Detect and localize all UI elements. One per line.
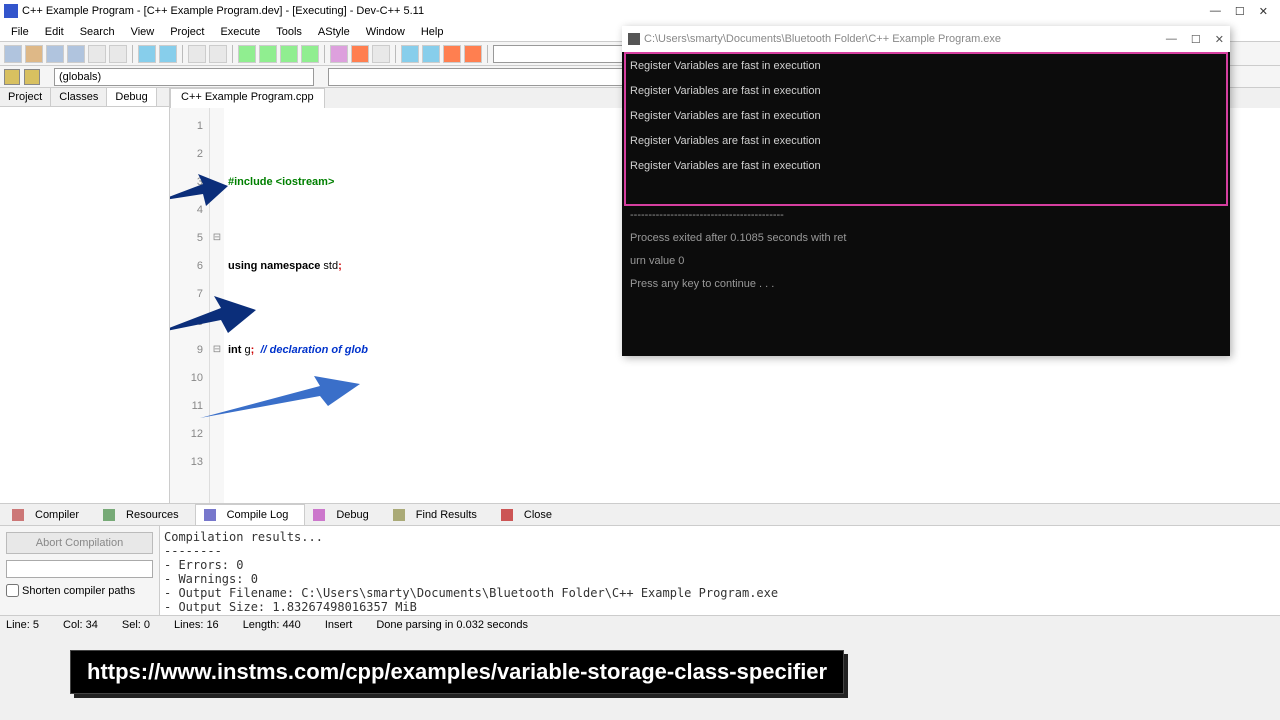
tab-classes[interactable]: Classes [51,88,107,106]
console-close[interactable]: ✕ [1215,33,1224,46]
console-icon [628,33,640,45]
stop-icon[interactable] [351,45,369,63]
tab-resources[interactable]: Resources [95,505,195,525]
grid-icon[interactable] [401,45,419,63]
status-col: Col: 34 [63,619,98,631]
abort-compilation-button[interactable]: Abort Compilation [6,532,153,554]
app-icon [4,4,18,18]
profile-icon[interactable] [372,45,390,63]
find-icon[interactable] [188,45,206,63]
redo-icon[interactable] [159,45,177,63]
grid2-icon[interactable] [422,45,440,63]
status-length: Length: 440 [243,619,301,631]
menu-tools[interactable]: Tools [269,24,309,40]
bottom-tabs: Compiler Resources Compile Log Debug Fin… [0,503,1280,525]
console-title-text: C:\Users\smarty\Documents\Bluetooth Fold… [644,33,1001,45]
console-titlebar: C:\Users\smarty\Documents\Bluetooth Fold… [622,26,1230,52]
source-code[interactable]: #include <iostream> using namespace std;… [224,108,539,503]
annotation-arrow [170,288,256,348]
goto-icon[interactable] [4,69,20,85]
minimize-button[interactable]: — [1210,5,1221,18]
annotation-arrow [200,376,360,426]
console-window[interactable]: C:\Users\smarty\Documents\Bluetooth Fold… [622,26,1230,356]
annotation-arrow [170,166,228,216]
maximize-button[interactable]: ☐ [1235,5,1245,18]
new-icon[interactable] [4,45,22,63]
menu-execute[interactable]: Execute [213,24,267,40]
menu-edit[interactable]: Edit [38,24,71,40]
status-mode: Insert [325,619,353,631]
tab-find-results[interactable]: Find Results [385,505,493,525]
undo-icon[interactable] [138,45,156,63]
globals-combo[interactable]: (globals) [54,68,314,86]
grid4-icon[interactable] [464,45,482,63]
menu-search[interactable]: Search [73,24,122,40]
open-icon[interactable] [25,45,43,63]
menu-project[interactable]: Project [163,24,211,40]
window-title: C++ Example Program - [C++ Example Progr… [22,5,424,17]
shorten-paths-checkbox[interactable]: Shorten compiler paths [6,584,153,597]
menu-window[interactable]: Window [359,24,412,40]
grid3-icon[interactable] [443,45,461,63]
compile-panel: Abort Compilation Shorten compiler paths… [0,525,1280,615]
tab-compiler[interactable]: Compiler [4,505,95,525]
print-icon[interactable] [109,45,127,63]
tab-compile-log[interactable]: Compile Log [195,504,306,525]
tab-debug[interactable]: Debug [107,88,156,106]
tab-bottom-debug[interactable]: Debug [305,505,384,525]
status-line: Line: 5 [6,619,39,631]
compile-filter-input[interactable] [6,560,153,578]
status-lines: Lines: 16 [174,619,219,631]
menu-file[interactable]: File [4,24,36,40]
url-overlay: https://www.instms.com/cpp/examples/vari… [70,650,844,694]
back-icon[interactable] [24,69,40,85]
console-output: Register Variables are fast in execution… [622,52,1230,356]
status-bar: Line: 5 Col: 34 Sel: 0 Lines: 16 Length:… [0,615,1280,633]
file-tab[interactable]: C++ Example Program.cpp [170,88,325,108]
console-highlight-box [624,52,1228,206]
run-icon[interactable] [259,45,277,63]
console-minimize[interactable]: — [1166,33,1177,46]
window-titlebar: C++ Example Program - [C++ Example Progr… [0,0,1280,22]
menu-help[interactable]: Help [414,24,451,40]
compile-run-icon[interactable] [280,45,298,63]
menu-view[interactable]: View [124,24,162,40]
replace-icon[interactable] [209,45,227,63]
tab-close-button[interactable]: Close [493,505,568,525]
menu-astyle[interactable]: AStyle [311,24,357,40]
rebuild-icon[interactable] [301,45,319,63]
close-file-icon[interactable] [88,45,106,63]
saveall-icon[interactable] [67,45,85,63]
compile-icon[interactable] [238,45,256,63]
debug-icon[interactable] [330,45,348,63]
close-button[interactable]: ✕ [1259,5,1268,18]
tab-project[interactable]: Project [0,88,51,106]
status-parse: Done parsing in 0.032 seconds [376,619,528,631]
compile-log-output: Compilation results... -------- - Errors… [160,526,1280,615]
project-sidebar: Project Classes Debug [0,88,170,503]
status-sel: Sel: 0 [122,619,150,631]
save-icon[interactable] [46,45,64,63]
console-maximize[interactable]: ☐ [1191,33,1201,46]
